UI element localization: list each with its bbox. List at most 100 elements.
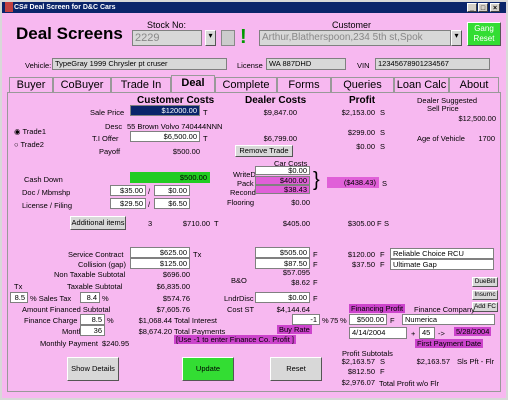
months-input[interactable]: 36 [80, 325, 105, 336]
tab-queries[interactable]: Queries [331, 77, 394, 92]
deal-screen-window: CS# Deal Screen for D&C Cars _ □ × Deal … [0, 0, 508, 400]
additional-cost: $710.00 [182, 219, 210, 228]
profit-header: Profit [349, 95, 376, 106]
tab-cobuyer[interactable]: CoBuyer [53, 77, 111, 92]
service-label: Service Contract [68, 250, 124, 259]
stock-dropdown[interactable]: ▾ [205, 30, 216, 46]
nontax-value: $696.00 [162, 270, 190, 279]
gang-reset-button[interactable]: Gang Reset [467, 22, 501, 46]
lndrdisc-f: F [313, 294, 318, 303]
age-value: 1700 [478, 134, 495, 143]
tab-loan-calc[interactable]: Loan Calc [394, 77, 449, 92]
bo-f: F [313, 278, 318, 287]
service-dealer[interactable]: $505.00 [255, 247, 310, 258]
payoff-label: Payoff [99, 147, 121, 156]
maximize-button[interactable]: □ [478, 3, 488, 12]
update-button[interactable]: Update [182, 357, 234, 381]
fin-charge-pct[interactable]: 8.5 [80, 314, 105, 325]
additional-items-button[interactable]: Additional items [70, 216, 126, 230]
brace-icon: } [313, 169, 320, 191]
tioffer-input[interactable]: $6,500.00 [130, 131, 200, 142]
tx-label: Tx [14, 282, 23, 291]
dealer-trade-value: $6,799.00 [263, 134, 297, 143]
collision-pf: F [380, 260, 385, 269]
total-interest-input[interactable]: -1 [292, 314, 320, 325]
collision-vendor-select[interactable]: Ultimate Gap [390, 259, 494, 270]
minimize-button[interactable]: _ [467, 3, 477, 12]
duebill-button[interactable]: DueBill [472, 277, 498, 287]
customer-input[interactable]: Arthur,Blatherspoon,234 5th st,Spok [259, 30, 451, 46]
vin-label: VIN [357, 61, 370, 70]
trade1-radio[interactable]: ◉ Trade1 [14, 127, 46, 136]
close-button[interactable]: × [490, 3, 500, 12]
remove-trade-button[interactable]: Remove Trade [235, 145, 293, 157]
pack-input[interactable]: $400.00 [255, 176, 310, 185]
lic-input-2[interactable]: $6.50 [154, 198, 190, 209]
tab-trade-in[interactable]: Trade In [111, 77, 171, 92]
lndrdisc-input[interactable]: $0.00 [255, 292, 310, 303]
calculator-icon[interactable] [221, 30, 235, 46]
show-details-button[interactable]: Show Details [67, 357, 119, 381]
costst-label: Cost ST [227, 305, 255, 314]
insurnc-button[interactable]: Insurnc [472, 290, 498, 300]
payoff-value: $500.00 [172, 147, 200, 156]
title-bar: CS# Deal Screen for D&C Cars _ □ × [2, 2, 506, 13]
collision-label: Collision (gap) [78, 260, 126, 269]
license-field[interactable]: WA 887DHD [266, 58, 346, 70]
doc-slash: / [148, 187, 151, 196]
tax-rate-input[interactable]: 8.5 [10, 292, 28, 303]
date1-input[interactable]: 4/14/2004 [349, 327, 407, 339]
fin-profit-f: F [390, 316, 395, 325]
lndrdisc-label: LndrDisc [224, 294, 254, 303]
amt-fin-value: $7,605.76 [156, 305, 190, 314]
tab-forms[interactable]: Forms [277, 77, 331, 92]
total-payments: $8,674.20 [138, 327, 172, 336]
pct75: 75 [330, 316, 339, 325]
service-input[interactable]: $625.00 [130, 247, 190, 258]
costst-value: $4,144.64 [276, 305, 310, 314]
license-label: License [237, 61, 263, 70]
tab-buyer[interactable]: Buyer [9, 77, 53, 92]
profit-main-s: S [380, 108, 386, 117]
additional-dealer: $405.00 [282, 219, 310, 228]
sale-price-input[interactable]: $12000.00 [130, 105, 200, 116]
customer-dropdown[interactable]: ▾ [451, 30, 462, 46]
collision-input[interactable]: $125.00 [130, 258, 190, 269]
sales-tax-pct[interactable]: 8.4 [80, 292, 100, 303]
recond-input[interactable]: $38.43 [255, 185, 310, 194]
recond-label: Recond [230, 188, 256, 197]
additional-count: 3 [148, 219, 153, 228]
fin-pct-sign: % [107, 316, 114, 325]
trade2-radio[interactable]: ○ Trade2 [14, 140, 44, 149]
tab-complete[interactable]: Complete [215, 77, 277, 92]
vin-field[interactable]: 12345678901234567 [375, 58, 490, 70]
doc-input-1[interactable]: $35.00 [110, 185, 146, 196]
service-vendor-select[interactable]: Reliable Choice RCU [390, 248, 494, 259]
profit-cash: ($438.43) [327, 177, 379, 188]
add-fc-button[interactable]: Add FC [472, 302, 498, 312]
tab-about[interactable]: About [449, 77, 499, 92]
fin-profit-input[interactable]: $500.00 [349, 314, 387, 325]
ps1b-value: $2,163.57 [416, 357, 450, 366]
dealer-cost-value: $9,847.00 [263, 108, 297, 117]
reset-button[interactable]: Reset [270, 357, 322, 381]
doc-input-2[interactable]: $0.00 [154, 185, 190, 196]
use-neg-hint: [Use -1 to enter Finance Co. Profit ] [174, 335, 296, 344]
profit-main: $2,153.00 [341, 108, 375, 117]
tioffer-t: T [203, 134, 208, 143]
days-input[interactable]: 45 [419, 327, 435, 339]
lic-input-1[interactable]: $29.50 [110, 198, 146, 209]
trade2-label: Trade2 [20, 140, 44, 149]
ps2-f: F [380, 367, 385, 376]
amt-fin-label: Amount Financed Subtotal [22, 305, 111, 314]
cash-down-input[interactable]: $500.00 [130, 172, 210, 183]
tab-deal[interactable]: Deal [171, 75, 215, 93]
lic-slash: / [148, 200, 151, 209]
vehicle-field[interactable]: TypeGray 1999 Chrysler pt cruser [52, 58, 227, 70]
fin-company-select[interactable]: Numerica [402, 314, 495, 325]
profit-trade: $299.00 [347, 128, 375, 137]
writed-input[interactable]: $0.00 [255, 166, 310, 175]
stock-input[interactable]: 2229 [132, 30, 202, 46]
service-f: F [313, 250, 318, 259]
buy-rate-label: Buy Rate [277, 325, 312, 334]
